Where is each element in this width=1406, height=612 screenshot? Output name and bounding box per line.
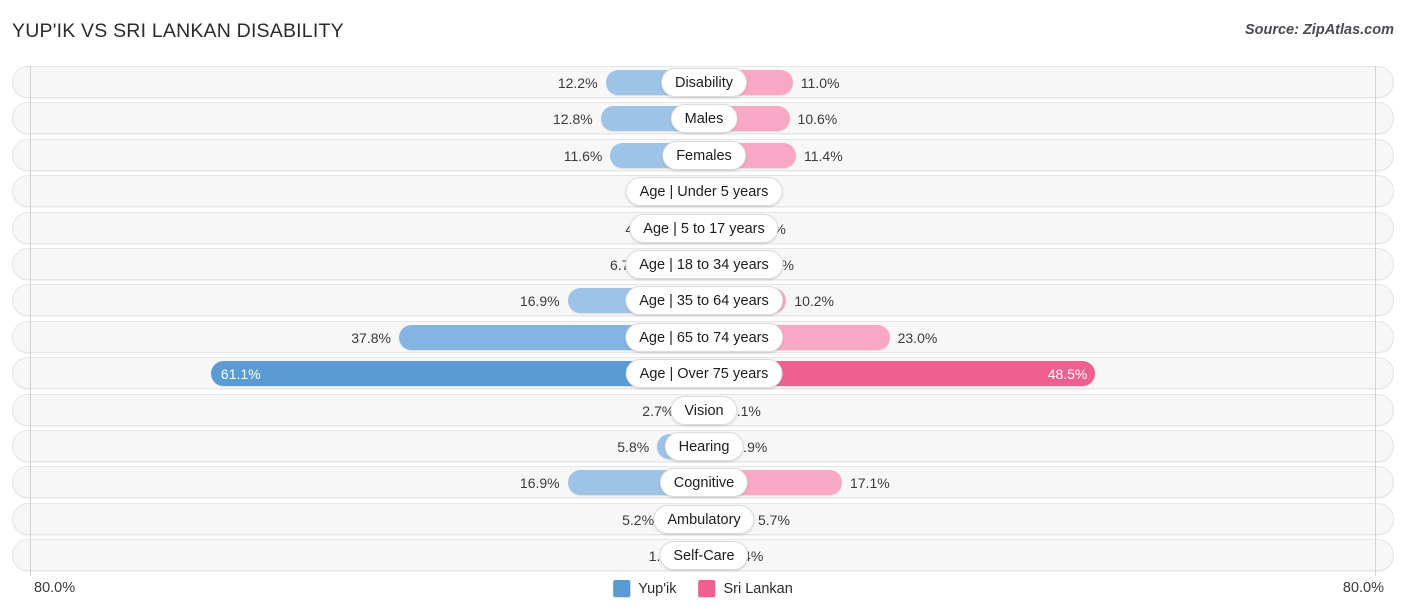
value-label-srilankan: 10.2%: [794, 293, 835, 309]
value-label-srilankan: 48.5%: [1047, 366, 1088, 382]
chart-legend: Yup'ik Sri Lankan: [613, 580, 793, 597]
legend-swatch-icon: [613, 580, 631, 597]
chart-row[interactable]: 1.9%2.4%Self-Care: [12, 539, 1394, 571]
chart-row[interactable]: 11.6% 11.4% Females: [12, 139, 1394, 171]
row-category-label[interactable]: Age | 35 to 64 years: [625, 286, 783, 315]
value-label-yupik: 2.7%: [642, 403, 675, 419]
row-category-label[interactable]: Age | Over 75 years: [625, 359, 783, 388]
chart-page: YUP'IK VS SRI LANKAN DISABILITY Source: …: [0, 0, 1406, 612]
axis-label-left: 80.0%: [34, 580, 76, 596]
row-category-label[interactable]: Disability: [660, 68, 748, 97]
chart-plot-area: 12.2% 11.0% Disability 12.8% 10.6% Males 11.6%…: [12, 66, 1394, 576]
chart-row-inner: 5.2% 5.7% Ambulatory: [13, 504, 1393, 534]
row-category-label[interactable]: Hearing: [664, 432, 744, 461]
chart-row[interactable]: 12.8% 10.6% Males: [12, 102, 1394, 134]
legend-item[interactable]: Sri Lankan: [698, 580, 793, 597]
chart-row-inner: 61.1% 48.5% Age | Over 75 years: [13, 358, 1393, 388]
value-label-srilankan: 23.0%: [897, 330, 938, 346]
row-category-label[interactable]: Age | 65 to 74 years: [625, 323, 783, 352]
legend-label: Yup'ik: [638, 580, 677, 597]
chart-row-inner: 16.9% 10.2% Age | 35 to 64 years: [13, 285, 1393, 315]
chart-row-inner: 11.6% 11.4% Females: [13, 140, 1393, 170]
row-category-label[interactable]: Self-Care: [659, 541, 749, 570]
chart-row-inner: 4.5%1.1%Age | Under 5 years: [13, 176, 1393, 206]
chart-row-inner: 16.9% 17.1% Cognitive: [13, 467, 1393, 497]
value-label-srilankan: 10.6%: [797, 111, 838, 127]
value-label-yupik: 37.8%: [351, 330, 391, 346]
axis-label-right: 80.0%: [1342, 580, 1384, 596]
row-category-label[interactable]: Age | Under 5 years: [625, 177, 783, 206]
row-category-label[interactable]: Females: [662, 141, 746, 170]
value-label-yupik: 12.8%: [553, 111, 593, 127]
chart-row[interactable]: 37.8% 23.0% Age | 65 to 74 years: [12, 321, 1394, 353]
chart-row[interactable]: 2.7% 2.1% Vision: [12, 394, 1394, 426]
value-label-srilankan: 17.1%: [849, 475, 890, 491]
value-label-yupik: 16.9%: [519, 293, 560, 309]
value-label-srilankan: 11.4%: [803, 148, 843, 164]
page-title: YUP'IK VS SRI LANKAN DISABILITY: [12, 20, 344, 42]
chart-row[interactable]: 12.2% 11.0% Disability: [12, 66, 1394, 98]
legend-label: Sri Lankan: [723, 580, 793, 597]
row-category-label[interactable]: Cognitive: [659, 468, 749, 497]
value-label-srilankan: 2.9%: [735, 439, 768, 455]
source-attribution: Source: ZipAtlas.com: [1244, 22, 1394, 38]
chart-row-inner: 5.8% 2.9% Hearing: [13, 431, 1393, 461]
value-label-srilankan: 11.0%: [800, 75, 840, 91]
chart-row-inner: 4.8%5.2%Age | 5 to 17 years: [13, 213, 1393, 243]
value-label-srilankan: 5.7%: [757, 512, 790, 528]
chart-row-inner: 2.7% 2.1% Vision: [13, 395, 1393, 425]
value-label-yupik: 12.2%: [557, 75, 598, 91]
chart-row-inner: 12.8% 10.6% Males: [13, 103, 1393, 133]
chart-row[interactable]: 16.9% 17.1% Cognitive: [12, 466, 1394, 498]
chart-row[interactable]: 6.7%6.2%Age | 18 to 34 years: [12, 248, 1394, 280]
chart-row-inner: 12.2% 11.0% Disability: [13, 67, 1393, 97]
value-label-yupik: 61.1%: [220, 366, 261, 382]
chart-row[interactable]: 4.5%1.1%Age | Under 5 years: [12, 175, 1394, 207]
value-label-yupik: 16.9%: [519, 475, 560, 491]
chart-row[interactable]: 5.2% 5.7% Ambulatory: [12, 503, 1394, 535]
chart-row[interactable]: 16.9% 10.2% Age | 35 to 64 years: [12, 284, 1394, 316]
row-category-label[interactable]: Age | 18 to 34 years: [625, 250, 783, 279]
value-label-yupik: 11.6%: [563, 148, 603, 164]
chart-row-inner: 37.8% 23.0% Age | 65 to 74 years: [13, 322, 1393, 352]
row-category-label[interactable]: Age | 5 to 17 years: [629, 214, 779, 243]
value-label-yupik: 5.8%: [617, 439, 650, 455]
row-category-label[interactable]: Vision: [670, 396, 738, 425]
legend-item[interactable]: Yup'ik: [613, 580, 676, 597]
chart-footer: 80.0% 80.0% Yup'ik Sri Lankan: [0, 576, 1406, 612]
row-category-label[interactable]: Ambulatory: [653, 505, 755, 534]
value-label-yupik: 5.2%: [622, 512, 655, 528]
legend-swatch-icon: [698, 580, 716, 597]
chart-row-inner: 1.9%2.4%Self-Care: [13, 540, 1393, 570]
chart-row[interactable]: 5.8% 2.9% Hearing: [12, 430, 1394, 462]
row-category-label[interactable]: Males: [670, 104, 738, 133]
value-label-srilankan: 2.1%: [728, 403, 761, 419]
chart-row[interactable]: 61.1% 48.5% Age | Over 75 years: [12, 357, 1394, 389]
chart-row[interactable]: 4.8%5.2%Age | 5 to 17 years: [12, 212, 1394, 244]
chart-row-inner: 6.7%6.2%Age | 18 to 34 years: [13, 249, 1393, 279]
